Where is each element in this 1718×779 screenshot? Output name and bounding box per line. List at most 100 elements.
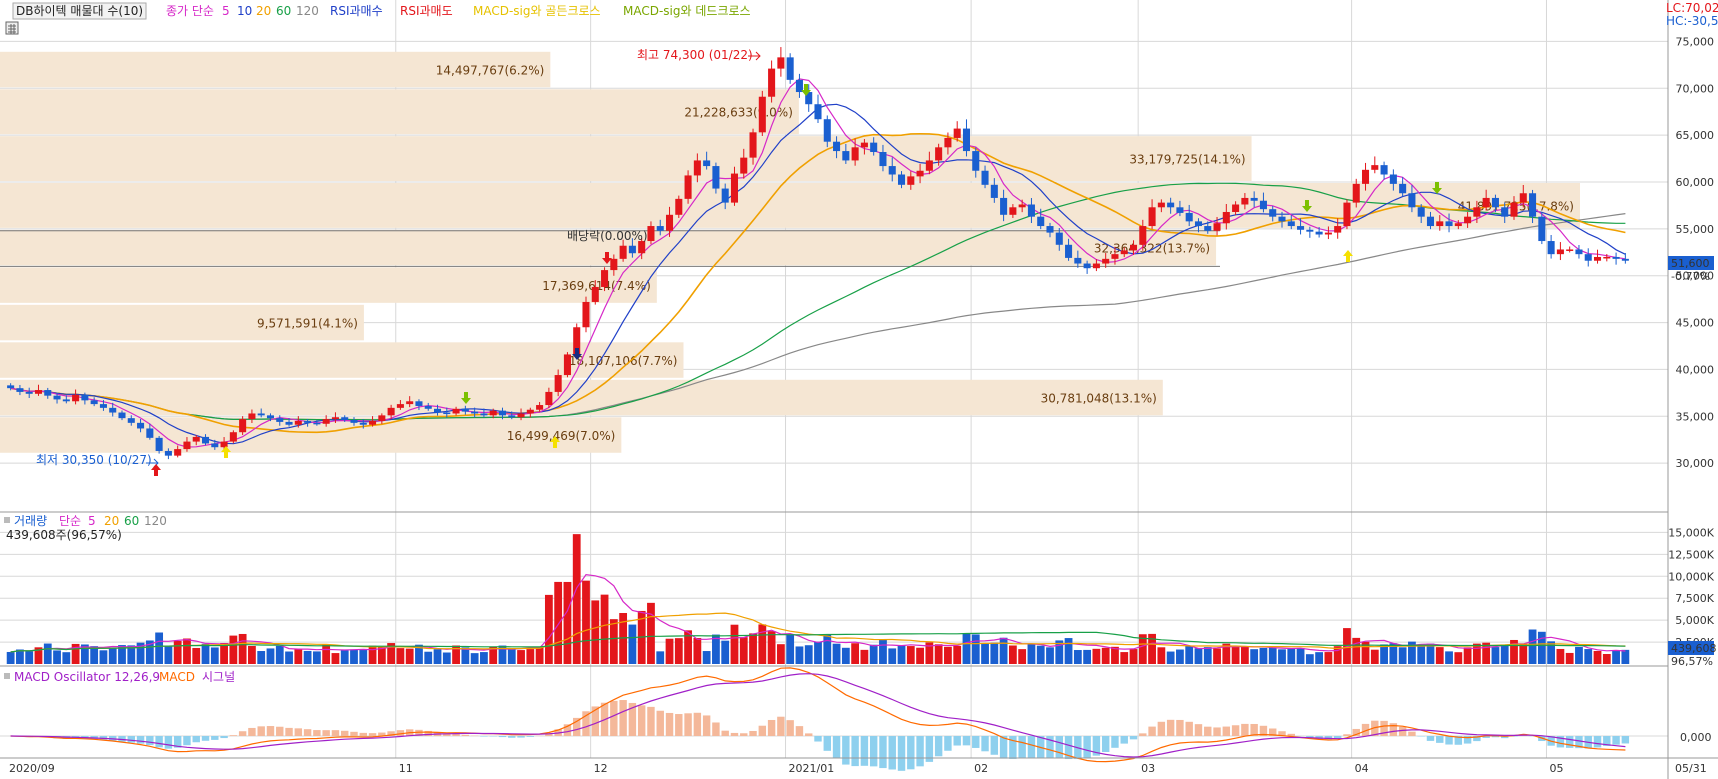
candle-body [981,170,989,185]
volume-legend-icon [4,517,10,523]
candle-body [1000,197,1008,215]
candle-body [1222,211,1230,224]
volume-bar [1166,651,1175,664]
volume-bar [322,644,331,664]
macd-legend-macd: MACD [159,670,195,684]
candle-body [1259,200,1267,210]
y-tick-label: 45,000 [1676,317,1715,330]
macd-oscillator-bar [962,736,971,746]
candle-body [1102,258,1110,264]
volume-bar [229,635,238,664]
volume-bar [1083,649,1092,664]
candle-body [369,420,377,425]
volume-bar [832,643,841,664]
macd-oscillator-bar [257,726,265,736]
macd-oscillator-bar [1185,721,1193,736]
volume-bar [1101,647,1110,664]
volume-bar [860,649,869,664]
candle-body [768,68,776,97]
candle-body [498,410,507,416]
volume-bar [1287,648,1296,664]
volume-bar [1176,649,1184,664]
volume-bar [517,650,525,664]
x-tick-label: 03 [1141,762,1155,775]
candle-body [1408,193,1416,208]
macd-oscillator-bar [730,732,739,736]
candle-body [1538,216,1546,242]
macd-oscillator-bar [573,717,581,736]
candle-body [7,385,15,389]
candle-body [443,412,451,415]
x-tick-label: 05/31 [1675,762,1707,775]
stock-chart[interactable]: 14,497,767(6.2%)21,228,633(9.0%)33,179,7… [0,0,1718,779]
candle-body [1120,250,1128,255]
candle-body [749,132,757,158]
macd-oscillator-bar [1018,736,1026,758]
macd-oscillator-bar [805,733,813,736]
volume-tick-label: 15,000K [1668,526,1714,539]
candle-body [1361,169,1370,184]
candle-body [1315,231,1323,235]
volume-bar [1472,643,1481,664]
volume-current-value: 439,608 [1671,642,1717,655]
volume-bar [665,638,674,664]
volume-bar [238,633,247,664]
volume-bar [721,640,730,664]
macd-oscillator-bar [331,730,340,736]
candle-body [1111,254,1119,259]
volume-bar [90,646,99,664]
volume-bar [183,638,191,664]
legend-rsi-overbought: RSI과매수 [330,4,383,18]
volume-legend-20: 20 [104,514,119,528]
x-tick-label: 02 [974,762,988,775]
macd-oscillator-bar [146,736,154,746]
macd-oscillator-bar [1139,733,1147,736]
macd-oscillator-bar [136,736,145,744]
candle-body [1018,204,1026,208]
macd-oscillator-bar [944,736,952,751]
candle-body [53,395,61,400]
volume-bar [424,651,433,664]
candle-body [675,198,683,215]
macd-oscillator-bar [322,730,330,736]
candle-body [907,176,915,185]
macd-oscillator-bar [721,730,729,736]
volume-bar [767,631,776,664]
candle-body [1380,165,1388,175]
macd-oscillator-bar [916,736,924,767]
legend-dead-cross: MACD-sig와 데드크로스 [623,4,751,18]
candle-body [1241,197,1249,205]
candle-body [155,437,163,451]
macd-oscillator-bar [266,726,275,736]
volume-bar [220,642,228,664]
macd-oscillator-bar [211,736,219,740]
candle-body [1556,249,1564,255]
dividend-label: 배당락(0.00%) [567,229,648,243]
max-price-label: 최고 74,300 (01/22) [637,48,753,62]
volume-bar [730,624,739,664]
legend-ma5: 5 [222,4,230,18]
table-icon-grid [8,24,16,34]
macd-oscillator-bar [907,736,915,770]
volume-bar [312,651,321,664]
volume-bar [962,633,971,664]
candle-body [647,226,655,242]
candle-body [378,415,386,421]
candle-body [1612,256,1620,259]
macd-oscillator-bar [675,714,683,736]
x-tick-label: 2021/01 [789,762,835,775]
macd-oscillator-bar [1222,726,1231,736]
macd-legend-signal: 시그널 [202,670,235,684]
volume-bar [563,581,572,664]
candle-body [1204,226,1212,231]
volume-bar [377,646,386,664]
macd-legend-icon [4,673,10,679]
macd-oscillator-bar [1436,736,1444,743]
candle-body [341,417,349,421]
candle-body [34,390,43,394]
candle-body [109,407,117,413]
macd-oscillator-bar [1148,726,1156,736]
macd-oscillator-bar [1157,721,1166,736]
macd-oscillator-bar [1083,736,1091,759]
volume-tick-label: 7,500K [1675,592,1714,605]
